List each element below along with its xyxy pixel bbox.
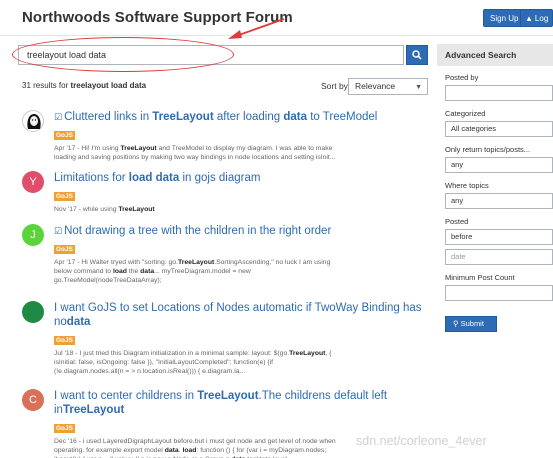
results-count: 31 results for treelayout load data (22, 81, 147, 90)
submit-button[interactable]: ⚲ Submit (445, 316, 497, 332)
sort-label: Sort by (321, 81, 348, 91)
result-snippet: Jul '18 - I just tried this Diagram init… (54, 350, 332, 375)
category-tag[interactable]: GoJS (54, 424, 75, 433)
result-title[interactable]: I want GoJS to set Locations of Nodes au… (54, 301, 432, 329)
result-snippet: Apr '17 - Hi Walter tryed with "sorting:… (54, 259, 331, 284)
categorized-label: Categorized (445, 109, 486, 118)
result-title[interactable]: Limitations for load data in gojs diagra… (54, 171, 432, 185)
portrait-icon (27, 114, 41, 129)
category-select[interactable]: All categories (445, 121, 553, 137)
user-icon: ▲ (525, 14, 533, 23)
avatar[interactable]: J (22, 224, 44, 246)
result-snippet: Nov '17 - while using TreeLayout (54, 206, 155, 213)
search-icon: ⚲ (453, 319, 459, 328)
min-post-count-label: Minimum Post Count (445, 273, 515, 282)
annotation-ellipse (12, 37, 234, 72)
category-tag[interactable]: GoJS (54, 192, 75, 201)
min-post-count-input[interactable] (445, 285, 553, 301)
avatar[interactable]: Y (22, 171, 44, 193)
date-input[interactable]: date (445, 249, 553, 265)
category-tag[interactable]: GoJS (54, 336, 75, 345)
category-tag[interactable]: GoJS (54, 245, 75, 254)
posted-select[interactable]: before (445, 229, 553, 245)
posted-by-label: Posted by (445, 73, 479, 82)
solved-check-icon: ☑ (54, 226, 63, 236)
avatar[interactable] (22, 110, 44, 132)
search-button[interactable] (406, 45, 428, 65)
sort-select[interactable]: Relevance ▼ (348, 78, 428, 95)
only-return-label: Only return topics/posts... (445, 145, 531, 154)
log-in-label: Log (534, 14, 549, 23)
only-return-select[interactable]: any (445, 157, 553, 173)
result-snippet: Apr '17 - Hi! I'm using TreeLayout and T… (54, 145, 336, 161)
avatar[interactable] (22, 301, 44, 323)
category-tag[interactable]: GoJS (54, 131, 75, 140)
solved-check-icon: ☑ (54, 112, 63, 122)
avatar[interactable]: C (22, 389, 44, 411)
where-topics-label: Where topics (445, 181, 489, 190)
caret-down-icon: ▼ (415, 84, 422, 91)
where-topics-select[interactable]: any (445, 193, 553, 209)
posted-label: Posted (445, 217, 469, 226)
posted-by-input[interactable] (445, 85, 553, 101)
annotation-arrow (228, 18, 285, 39)
search-icon (412, 50, 422, 60)
advanced-search-panel: Advanced Search Posted by Categorized Al… (437, 44, 553, 344)
result-title[interactable]: ☑ Not drawing a tree with the children in… (54, 224, 432, 238)
advanced-search-title: Advanced Search (437, 44, 553, 66)
result-title[interactable]: I want to center childrens in TreeLayout… (54, 389, 432, 417)
watermark: sdn.net/corleone_4ever (356, 434, 487, 448)
result-title[interactable]: ☑ Cluttered links in TreeLayout after loa… (54, 110, 432, 124)
log-in-button[interactable]: ▲ Log (520, 9, 553, 27)
